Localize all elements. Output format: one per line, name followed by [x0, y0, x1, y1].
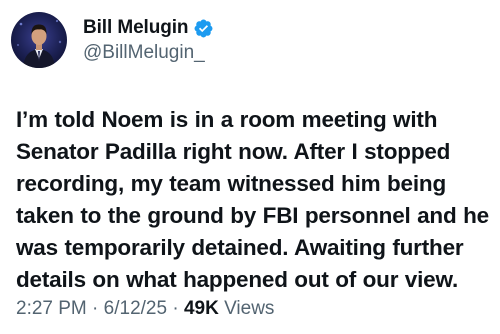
verified-badge-icon	[193, 18, 214, 39]
author-display-name[interactable]: Bill Melugin	[83, 17, 189, 39]
avatar-photo	[11, 12, 67, 68]
meta-separator: ·	[92, 298, 99, 319]
author-name-row: Bill Melugin	[83, 17, 214, 39]
meta-separator: ·	[172, 298, 179, 319]
views-label: Views	[224, 298, 275, 319]
tweet-text: I’m told Noem is in a room meeting with …	[16, 107, 489, 292]
tweet-date[interactable]: 6/12/25	[104, 298, 167, 319]
tweet-card: Bill Melugin @BillMelugin_ I’m told Noem…	[0, 0, 500, 334]
views-count[interactable]: 49K	[184, 298, 219, 319]
author-handle[interactable]: @BillMelugin_	[83, 42, 205, 64]
tweet-time[interactable]: 2:27 PM	[16, 298, 87, 319]
avatar[interactable]	[11, 12, 67, 68]
tweet-meta: 2:27 PM · 6/12/25 · 49K Views	[16, 298, 274, 320]
